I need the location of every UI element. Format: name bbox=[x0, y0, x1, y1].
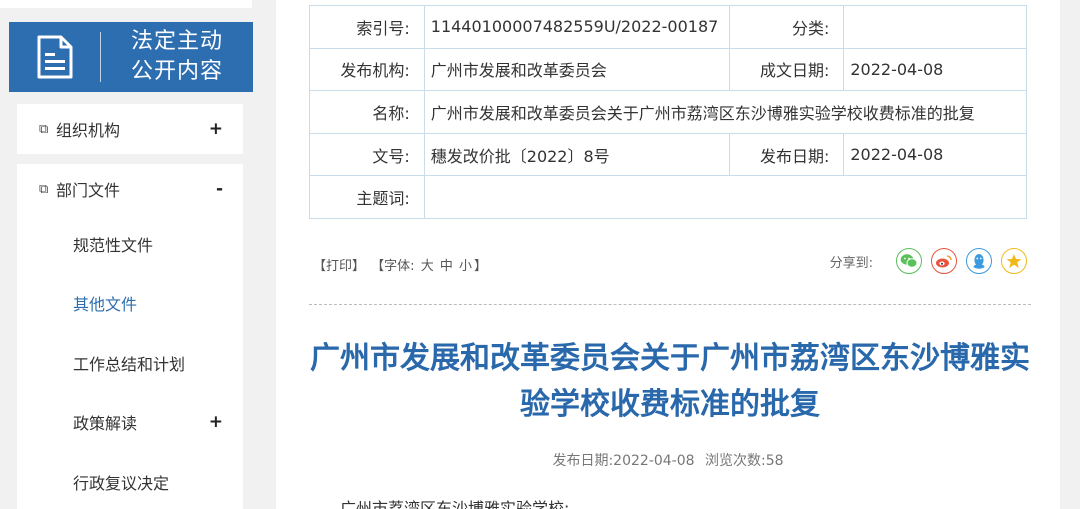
info-label: 成文日期: bbox=[728, 47, 845, 92]
info-label: 主题词: bbox=[309, 175, 425, 219]
info-value bbox=[843, 5, 1027, 49]
sidebar-dept-box: ⧉ 部门文件 - 规范性文件 其他文件 工作总结和计划 政策解读 + 行政复议决… bbox=[17, 164, 243, 509]
info-value: 2022-04-08 bbox=[843, 47, 1027, 92]
article-title: 广州市发展和改革委员会关于广州市荔湾区东沙博雅实验学校收费标准的批复 bbox=[310, 341, 1030, 422]
sidebar-subitem-label: 其他文件 bbox=[73, 295, 138, 315]
font-medium-button[interactable]: 中 bbox=[440, 259, 453, 274]
info-label: 名称: bbox=[309, 90, 425, 134]
expand-icon[interactable]: + bbox=[209, 119, 223, 139]
info-value: 穗发改价批〔2022〕8号 bbox=[423, 132, 730, 177]
sidebar-subitem-review[interactable]: 行政复议决定 bbox=[17, 452, 243, 509]
info-row: 发布机构: 广州市发展和改革委员会 成文日期: 2022-04-08 bbox=[309, 47, 1027, 92]
sidebar-subitem-policy[interactable]: 政策解读 + bbox=[17, 393, 243, 453]
main-panel: 索引号: 11440100007482559U/2022-00187 分类: 发… bbox=[276, 0, 1060, 509]
article-publish-date: 发布日期:2022-04-08 bbox=[552, 453, 695, 469]
info-label: 发布日期: bbox=[728, 132, 845, 177]
font-small-button[interactable]: 小 bbox=[459, 259, 472, 274]
qzone-icon[interactable] bbox=[1001, 248, 1027, 274]
font-size-suffix: 】 bbox=[474, 259, 488, 274]
info-row: 主题词: bbox=[309, 175, 1028, 219]
info-value: 广州市发展和改革委员会 bbox=[423, 47, 730, 92]
info-value: 11440100007482559U/2022-00187 bbox=[423, 5, 730, 49]
info-value bbox=[423, 175, 1028, 219]
sidebar-subitem-normative[interactable]: 规范性文件 bbox=[17, 214, 243, 274]
copy-icon: ⧉ bbox=[39, 121, 49, 137]
sidebar-item-label: 组织机构 bbox=[56, 121, 121, 140]
sidebar-subitem-other[interactable]: 其他文件 bbox=[17, 274, 243, 334]
qq-icon[interactable] bbox=[966, 248, 992, 274]
article-meta: 发布日期:2022-04-08 浏览次数:58 bbox=[276, 450, 1060, 470]
print-button[interactable]: 【打印】 bbox=[313, 259, 365, 274]
weibo-icon[interactable] bbox=[931, 248, 957, 274]
article-body-first-line: 广州市荔湾区东沙博雅实验学校: bbox=[340, 499, 570, 509]
sidebar-header-line1: 法定主动 bbox=[130, 29, 223, 54]
sidebar-org-box: ⧉ 组织机构 + bbox=[17, 104, 243, 154]
article-tools: 【打印】 【字体: 大 中 小】 bbox=[313, 255, 489, 274]
copy-icon: ⧉ bbox=[39, 181, 49, 197]
sidebar-item-dept[interactable]: ⧉ 部门文件 - bbox=[17, 164, 243, 214]
sidebar-header-line2: 公开内容 bbox=[130, 59, 223, 84]
info-value: 广州市发展和改革委员会关于广州市荔湾区东沙博雅实验学校收费标准的批复 bbox=[423, 90, 1028, 134]
info-value: 2022-04-08 bbox=[843, 132, 1027, 177]
sidebar-subitem-label: 规范性文件 bbox=[73, 235, 154, 255]
wechat-icon[interactable] bbox=[896, 248, 922, 274]
sidebar-subitem-summary[interactable]: 工作总结和计划 bbox=[17, 333, 243, 393]
sidebar-top-strip bbox=[0, 0, 252, 8]
document-icon bbox=[9, 22, 101, 92]
sidebar-item-label: 部门文件 bbox=[56, 181, 121, 200]
sidebar-subitem-label: 行政复议决定 bbox=[73, 473, 170, 493]
info-table: 索引号: 11440100007482559U/2022-00187 分类: 发… bbox=[309, 5, 1028, 219]
share-bar: 分享到: bbox=[830, 248, 1027, 274]
sidebar-header-title: 法定主动 公开内容 bbox=[101, 27, 253, 87]
info-label: 发布机构: bbox=[309, 47, 425, 92]
info-label: 索引号: bbox=[309, 5, 425, 49]
info-row: 名称: 广州市发展和改革委员会关于广州市荔湾区东沙博雅实验学校收费标准的批复 bbox=[309, 90, 1028, 134]
collapse-icon[interactable]: - bbox=[216, 179, 223, 199]
share-label: 分享到: bbox=[829, 255, 873, 271]
info-label: 文号: bbox=[309, 132, 425, 177]
content-divider bbox=[309, 304, 1031, 305]
article-view-count: 浏览次数:58 bbox=[705, 453, 784, 469]
info-label: 分类: bbox=[728, 5, 845, 49]
font-large-button[interactable]: 大 bbox=[421, 259, 434, 274]
info-row: 文号: 穗发改价批〔2022〕8号 发布日期: 2022-04-08 bbox=[309, 132, 1027, 177]
font-size-prefix: 【字体: bbox=[371, 259, 415, 274]
info-row: 索引号: 11440100007482559U/2022-00187 分类: bbox=[309, 5, 1027, 49]
sidebar-item-org[interactable]: ⧉ 组织机构 + bbox=[17, 104, 243, 154]
sidebar-subitem-label: 政策解读 bbox=[73, 414, 138, 434]
expand-icon[interactable]: + bbox=[209, 412, 223, 432]
sidebar-subitem-label: 工作总结和计划 bbox=[73, 354, 186, 374]
sidebar-header: 法定主动 公开内容 bbox=[9, 22, 253, 92]
